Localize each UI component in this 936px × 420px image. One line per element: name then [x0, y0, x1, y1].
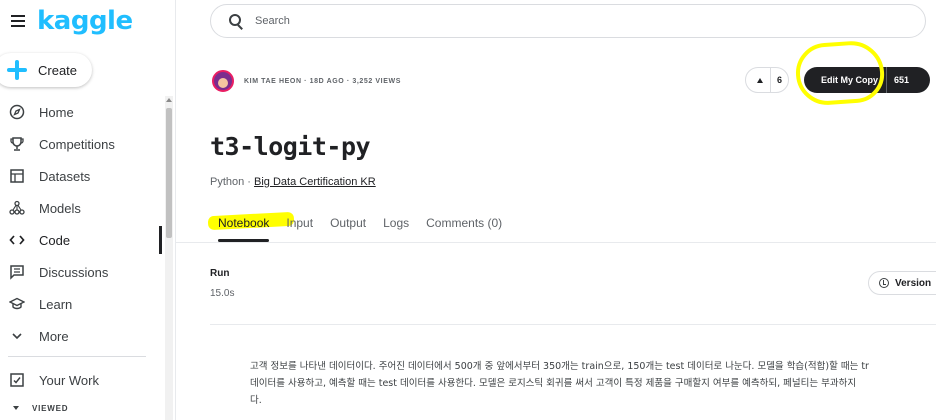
sidebar-item-label: Datasets	[39, 168, 91, 184]
scroll-up-icon[interactable]	[166, 98, 172, 102]
notebook-description: 고객 정보를 나타낸 데이터이다. 주어진 데이터에서 500개 중 앞에서부터…	[250, 358, 936, 409]
sidebar-item-label: Home	[39, 104, 74, 120]
tabs-divider	[176, 242, 936, 243]
history-icon	[879, 278, 889, 288]
code-icon	[8, 231, 26, 249]
chevron-down-icon	[8, 327, 26, 345]
sidebar-item-your-work[interactable]: Your Work	[0, 364, 162, 396]
sidebar-item-label: Code	[39, 232, 71, 248]
copy-count: 651	[894, 75, 910, 85]
models-icon	[8, 199, 26, 217]
edit-my-copy-button[interactable]: Edit My Copy 651	[804, 67, 930, 93]
tab-output[interactable]: Output	[330, 216, 366, 242]
compass-icon	[8, 103, 26, 121]
tab-comments[interactable]: Comments (0)	[426, 216, 502, 242]
trophy-icon	[8, 135, 26, 153]
author-row: KIM TAE HEON · 18D AGO · 3,252 VIEWS	[212, 68, 401, 94]
sidebar-item-label: Your Work	[39, 372, 99, 388]
edit-my-copy-label: Edit My Copy	[821, 75, 879, 85]
upvote-button[interactable]: 6	[745, 67, 789, 93]
discussions-icon	[8, 263, 26, 281]
sidebar-item-label: More	[39, 328, 69, 344]
sidebar-item-label: Competitions	[39, 136, 115, 152]
sidebar-item-learn[interactable]: Learn	[0, 288, 162, 320]
description-line: 데이터를 사용하고, 예측할 때는 test 데이터를 사용한다. 모델은 로지…	[250, 378, 857, 389]
create-button[interactable]: Create	[0, 53, 92, 87]
tab-input[interactable]: Input	[286, 216, 313, 242]
notebook-subtitle: Python · Big Data Certification KR	[210, 176, 376, 188]
search-bar[interactable]: Search	[210, 4, 926, 38]
tab-logs[interactable]: Logs	[383, 216, 409, 242]
sidebar-header: kaggle	[0, 0, 176, 44]
description-line: 고객 정보를 나타낸 데이터이다. 주어진 데이터에서 500개 중 앞에서부터…	[250, 361, 869, 372]
sidebar-item-home[interactable]: Home	[0, 96, 162, 128]
sidebar-item-datasets[interactable]: Datasets	[0, 160, 162, 192]
author-meta: KIM TAE HEON · 18D AGO · 3,252 VIEWS	[244, 77, 401, 85]
caret-down-icon	[13, 406, 19, 410]
table-icon	[8, 167, 26, 185]
search-input[interactable]: Search	[255, 15, 290, 27]
hamburger-menu-icon[interactable]	[8, 10, 30, 32]
tab-notebook[interactable]: Notebook	[218, 216, 270, 242]
description-line: 다.	[250, 395, 262, 406]
your-work-icon	[8, 371, 26, 389]
viewed-section-toggle[interactable]: VIEWED	[0, 398, 68, 418]
scrollbar-thumb[interactable]	[166, 108, 172, 238]
kaggle-logo[interactable]: kaggle	[37, 6, 133, 36]
run-label: Run	[210, 268, 230, 279]
sidebar-item-competitions[interactable]: Competitions	[0, 128, 162, 160]
dataset-link[interactable]: Big Data Certification KR	[254, 176, 376, 188]
sidebar-item-label: Models	[39, 200, 81, 216]
version-label: Version	[895, 277, 932, 289]
vote-count: 6	[777, 75, 783, 85]
sidebar-nav: Home Competitions Datasets Models Code D…	[0, 96, 162, 396]
sidebar-scrollbar[interactable]	[165, 96, 173, 420]
version-button[interactable]: Version	[868, 271, 936, 295]
language-label: Python ·	[210, 176, 255, 188]
sidebar: kaggle Create Home Competitions Datasets	[0, 0, 176, 420]
upvote-arrow-icon	[757, 77, 763, 83]
sidebar-item-label: Learn	[39, 296, 73, 312]
sidebar-item-more[interactable]: More	[0, 320, 162, 352]
sidebar-item-label: Discussions	[39, 264, 109, 280]
sidebar-item-code[interactable]: Code	[0, 224, 162, 256]
plus-icon	[6, 59, 28, 81]
page-title: t3-logit-py	[210, 132, 371, 161]
sidebar-item-models[interactable]: Models	[0, 192, 162, 224]
avatar[interactable]	[212, 70, 234, 92]
run-duration: 15.0s	[210, 288, 235, 299]
notebook-tabs: Notebook Input Output Logs Comments (0)	[210, 216, 519, 242]
graduation-cap-icon	[8, 295, 26, 313]
sidebar-item-discussions[interactable]: Discussions	[0, 256, 162, 288]
viewed-label: VIEWED	[32, 403, 69, 413]
section-divider	[210, 324, 936, 325]
create-label: Create	[38, 62, 78, 78]
sidebar-divider	[8, 356, 146, 357]
search-icon	[229, 14, 243, 28]
